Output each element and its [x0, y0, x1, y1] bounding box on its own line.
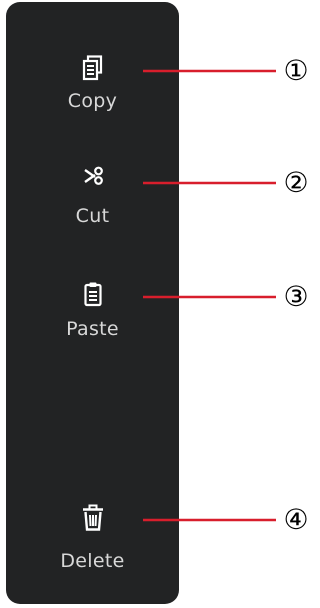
callout-number: ①	[283, 54, 308, 87]
callout-3: ③	[143, 280, 309, 313]
callout-2: ②	[143, 166, 309, 199]
callout-number: ④	[283, 503, 308, 536]
callout-annotations: ① ② ③ ④	[143, 54, 309, 536]
callout-number: ③	[283, 280, 308, 313]
callout-4: ④	[143, 503, 309, 536]
callout-number: ②	[283, 166, 308, 199]
callout-1: ①	[143, 54, 309, 87]
